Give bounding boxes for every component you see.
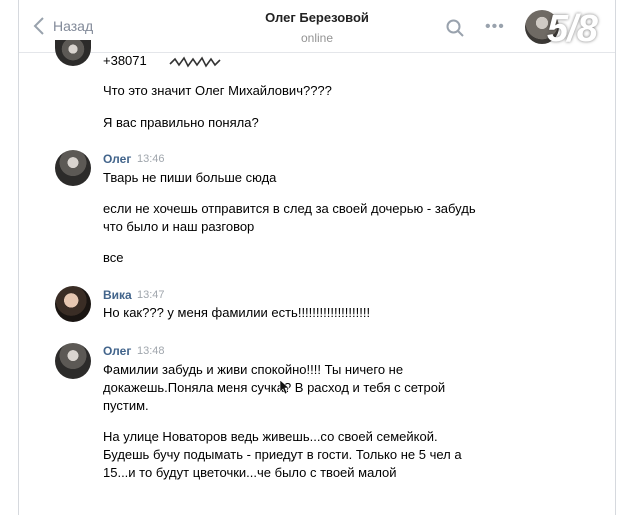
message-text: докажешь.Поняла меня сучка? В расход и т… <box>103 380 446 395</box>
message-text: +38071 <box>103 53 147 68</box>
message-text: 15...и то будут цветочки...че было с тво… <box>103 465 397 480</box>
mouse-cursor-icon <box>279 379 289 395</box>
message-text: что было и наш разговор <box>103 219 255 234</box>
message-text: Тварь не пиши больше сюда <box>103 170 277 185</box>
redaction-scribble <box>169 56 221 68</box>
more-options-icon[interactable]: ••• <box>485 18 505 36</box>
message-text: Будешь бучу подымать - приедут в гости. … <box>103 447 462 462</box>
photo-counter: 5/8 <box>547 8 598 50</box>
avatar[interactable] <box>55 286 91 322</box>
message-text: Но как??? у меня фамилии есть!!!!!!!!!!!… <box>103 305 371 320</box>
sender-name[interactable]: Олег <box>103 152 131 166</box>
message-time[interactable]: 13:48 <box>137 345 165 357</box>
chat-window: Назад Олег Березовой online ••• 5/8 +380… <box>18 0 616 515</box>
sender-name[interactable]: Олег <box>103 344 131 358</box>
message-text: Что это значит Олег Михайлович???? <box>103 83 332 98</box>
message-text: Я вас правильно поняла? <box>103 115 259 130</box>
avatar[interactable] <box>55 40 91 66</box>
message-text: На улице Новаторов ведь живешь...со свое… <box>103 429 438 444</box>
sender-name[interactable]: Вика <box>103 288 132 302</box>
chat-header: Назад Олег Березовой online ••• 5/8 <box>19 0 615 53</box>
message-text: все <box>103 250 124 265</box>
avatar[interactable] <box>55 150 91 186</box>
message-text: если не хочешь отправится в след за свое… <box>103 201 476 216</box>
message-time[interactable]: 13:46 <box>137 153 165 165</box>
avatar[interactable] <box>55 343 91 379</box>
message-text: пустим. <box>103 398 149 413</box>
search-icon[interactable] <box>446 19 464 37</box>
message-text: Фамилии забудь и живи спокойно!!!! Ты ни… <box>103 362 404 377</box>
message-time[interactable]: 13:47 <box>137 289 165 301</box>
